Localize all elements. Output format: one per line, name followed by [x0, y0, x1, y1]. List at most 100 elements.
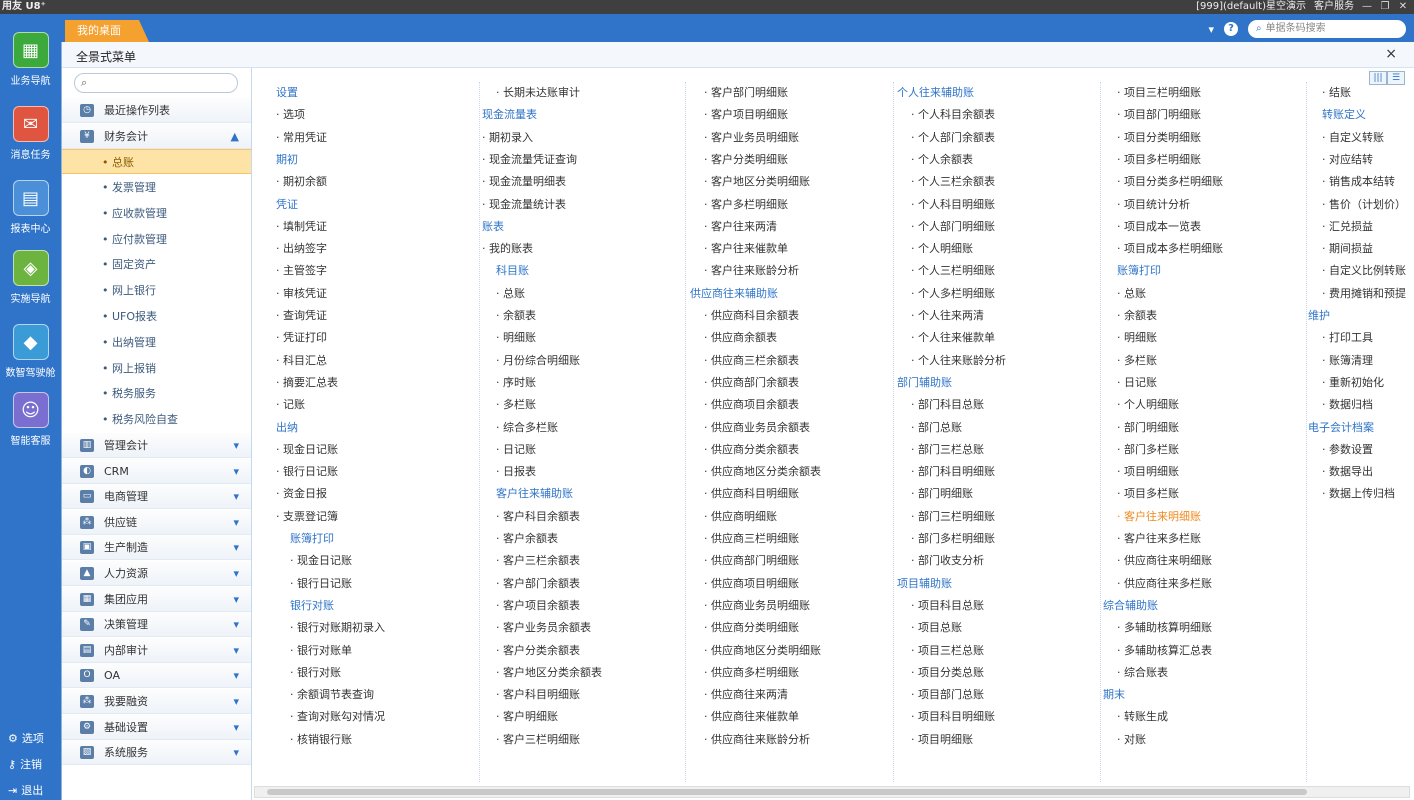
menu-link[interactable]: · 自定义转账 — [1322, 127, 1384, 149]
exit-button[interactable]: ⇥ 退出 — [8, 782, 43, 798]
menu-link[interactable]: · 银行对账单 — [290, 640, 352, 662]
menu-link[interactable]: · 选项 — [276, 104, 305, 126]
menu-link[interactable]: · 项目分类明细账 — [1117, 127, 1201, 149]
menu-link[interactable]: · 供应商往来催款单 — [704, 706, 799, 728]
menu-link[interactable]: · 打印工具 — [1322, 327, 1373, 349]
menu-link[interactable]: · 长期未达账审计 — [496, 82, 580, 104]
menu-link[interactable]: · 客户往来催款单 — [704, 238, 788, 260]
menu-link[interactable]: · 资金日报 — [276, 483, 327, 505]
menu-link[interactable]: · 余额表 — [1117, 305, 1157, 327]
sidebar-subitem[interactable]: • 总账 — [62, 149, 251, 175]
menu-link[interactable]: · 重新初始化 — [1322, 372, 1384, 394]
menu-link[interactable]: · 客户往来明细账 — [1117, 506, 1201, 528]
menu-link[interactable]: · 核销银行账 — [290, 729, 352, 751]
menu-link[interactable]: · 项目成本多栏明细账 — [1117, 238, 1223, 260]
menu-link[interactable]: · 供应商三栏余额表 — [704, 350, 799, 372]
menu-link[interactable]: · 个人部门明细账 — [911, 216, 995, 238]
menu-link[interactable]: · 客户科目余额表 — [496, 506, 580, 528]
menu-link[interactable]: · 摘要汇总表 — [276, 372, 338, 394]
menu-link[interactable]: · 主管签字 — [276, 260, 327, 282]
sidebar-module[interactable]: ▭ 电商管理 ▾ — [62, 484, 251, 510]
menu-link[interactable]: · 部门收支分析 — [911, 550, 984, 572]
menu-link[interactable]: · 客户三栏明细账 — [496, 729, 580, 751]
menu-link[interactable]: · 期间损益 — [1322, 238, 1373, 260]
sidebar-subitem[interactable]: • 网上报销 — [62, 356, 251, 381]
menu-link[interactable]: · 查询凭证 — [276, 305, 327, 327]
nav-smart-service[interactable]: ☺ 智能客服 — [0, 392, 61, 447]
menu-link[interactable]: · 日报表 — [496, 461, 536, 483]
close-window-button[interactable]: ✕ — [1398, 0, 1408, 14]
menu-link[interactable]: · 科目汇总 — [276, 350, 327, 372]
menu-link[interactable]: · 总账 — [1117, 283, 1146, 305]
menu-link[interactable]: · 账簿清理 — [1322, 350, 1373, 372]
menu-link[interactable]: · 供应商往来两清 — [704, 684, 788, 706]
menu-search-input[interactable]: ⌕ — [74, 73, 238, 93]
menu-link[interactable]: · 现金日记账 — [290, 550, 352, 572]
menu-link[interactable]: · 费用摊销和预提 — [1322, 283, 1406, 305]
nav-business[interactable]: ▦ 业务导航 — [0, 32, 61, 87]
sidebar-item-recent[interactable]: ◷ 最近操作列表 — [62, 98, 251, 123]
scrollbar-thumb[interactable] — [267, 789, 1307, 795]
help-icon[interactable]: ? — [1224, 22, 1238, 36]
menu-link[interactable]: · 供应商地区分类余额表 — [704, 461, 821, 483]
menu-link[interactable]: · 多栏账 — [1117, 350, 1157, 372]
menu-link[interactable]: · 客户地区分类明细账 — [704, 171, 810, 193]
menu-link[interactable]: · 记账 — [276, 394, 305, 416]
sidebar-module[interactable]: ◐ CRM ▾ — [62, 458, 251, 484]
menu-link[interactable]: · 我的账表 — [482, 238, 533, 260]
menu-link[interactable]: · 项目科目明细账 — [911, 706, 995, 728]
menu-link[interactable]: · 个人科目余额表 — [911, 104, 995, 126]
menu-link[interactable]: · 客户往来多栏账 — [1117, 528, 1201, 550]
account-label[interactable]: [999](default)星空演示 — [1196, 0, 1306, 14]
horizontal-scrollbar[interactable] — [254, 786, 1410, 798]
nav-implementation[interactable]: ◈ 实施导航 — [0, 250, 61, 305]
menu-link[interactable]: · 供应商余额表 — [704, 327, 777, 349]
menu-link[interactable]: · 客户多栏明细账 — [704, 194, 788, 216]
menu-link[interactable]: · 个人三栏余额表 — [911, 171, 995, 193]
menu-link[interactable]: · 客户项目明细账 — [704, 104, 788, 126]
menu-link[interactable]: · 结账 — [1322, 82, 1351, 104]
menu-link[interactable]: · 对账 — [1117, 729, 1146, 751]
sidebar-module[interactable]: ⁂ 我要融资 ▾ — [62, 689, 251, 714]
menu-link[interactable]: · 参数设置 — [1322, 439, 1373, 461]
menu-link[interactable]: · 供应商部门余额表 — [704, 372, 799, 394]
menu-link[interactable]: · 供应商地区分类明细账 — [704, 640, 821, 662]
menu-link[interactable]: · 客户项目余额表 — [496, 595, 580, 617]
menu-link[interactable]: · 凭证打印 — [276, 327, 327, 349]
menu-link[interactable]: · 汇兑损益 — [1322, 216, 1373, 238]
sidebar-module[interactable]: O OA ▾ — [62, 663, 251, 689]
menu-link[interactable]: · 部门科目明细账 — [911, 461, 995, 483]
menu-link[interactable]: · 余额调节表查询 — [290, 684, 374, 706]
minimize-button[interactable]: — — [1362, 0, 1372, 14]
menu-link[interactable]: · 部门三栏明细账 — [911, 506, 995, 528]
menu-link[interactable]: · 银行对账 — [290, 662, 341, 684]
menu-link[interactable]: · 综合账表 — [1117, 662, 1168, 684]
menu-link[interactable]: · 现金流量凭证查询 — [482, 149, 577, 171]
menu-link[interactable]: · 客户地区分类余额表 — [496, 662, 602, 684]
sidebar-subitem[interactable]: • 网上银行 — [62, 278, 251, 303]
menu-link[interactable]: · 供应商科目明细账 — [704, 483, 799, 505]
menu-link[interactable]: · 现金日记账 — [276, 439, 338, 461]
barcode-search-input[interactable]: ⌕ 单据条码搜索 — [1248, 20, 1406, 38]
menu-link[interactable]: · 客户分类明细账 — [704, 149, 788, 171]
menu-link[interactable]: · 项目分类多栏明细账 — [1117, 171, 1223, 193]
menu-link[interactable]: · 个人往来两清 — [911, 305, 984, 327]
menu-link[interactable]: · 个人部门余额表 — [911, 127, 995, 149]
menu-link[interactable]: · 数据归档 — [1322, 394, 1373, 416]
menu-link[interactable]: · 客户业务员明细账 — [704, 127, 799, 149]
sidebar-module[interactable]: ▦ 集团应用 ▾ — [62, 586, 251, 612]
menu-link[interactable]: · 审核凭证 — [276, 283, 327, 305]
menu-link[interactable]: · 项目分类总账 — [911, 662, 984, 684]
menu-link[interactable]: · 供应商往来多栏账 — [1117, 573, 1212, 595]
sidebar-module[interactable]: ▧ 系统服务 ▾ — [62, 740, 251, 766]
menu-link[interactable]: · 对应结转 — [1322, 149, 1373, 171]
menu-link[interactable]: · 客户部门余额表 — [496, 573, 580, 595]
menu-link[interactable]: · 总账 — [496, 283, 525, 305]
menu-link[interactable]: · 月份综合明细账 — [496, 350, 580, 372]
sidebar-module[interactable]: ⚙ 基础设置 ▾ — [62, 714, 251, 740]
menu-link[interactable]: · 项目总账 — [911, 617, 962, 639]
menu-link[interactable]: · 银行日记账 — [276, 461, 338, 483]
menu-link[interactable]: · 序时账 — [496, 372, 536, 394]
sidebar-module[interactable]: ▲ 人力资源 ▾ — [62, 561, 251, 586]
menu-link[interactable]: · 期初余额 — [276, 171, 327, 193]
